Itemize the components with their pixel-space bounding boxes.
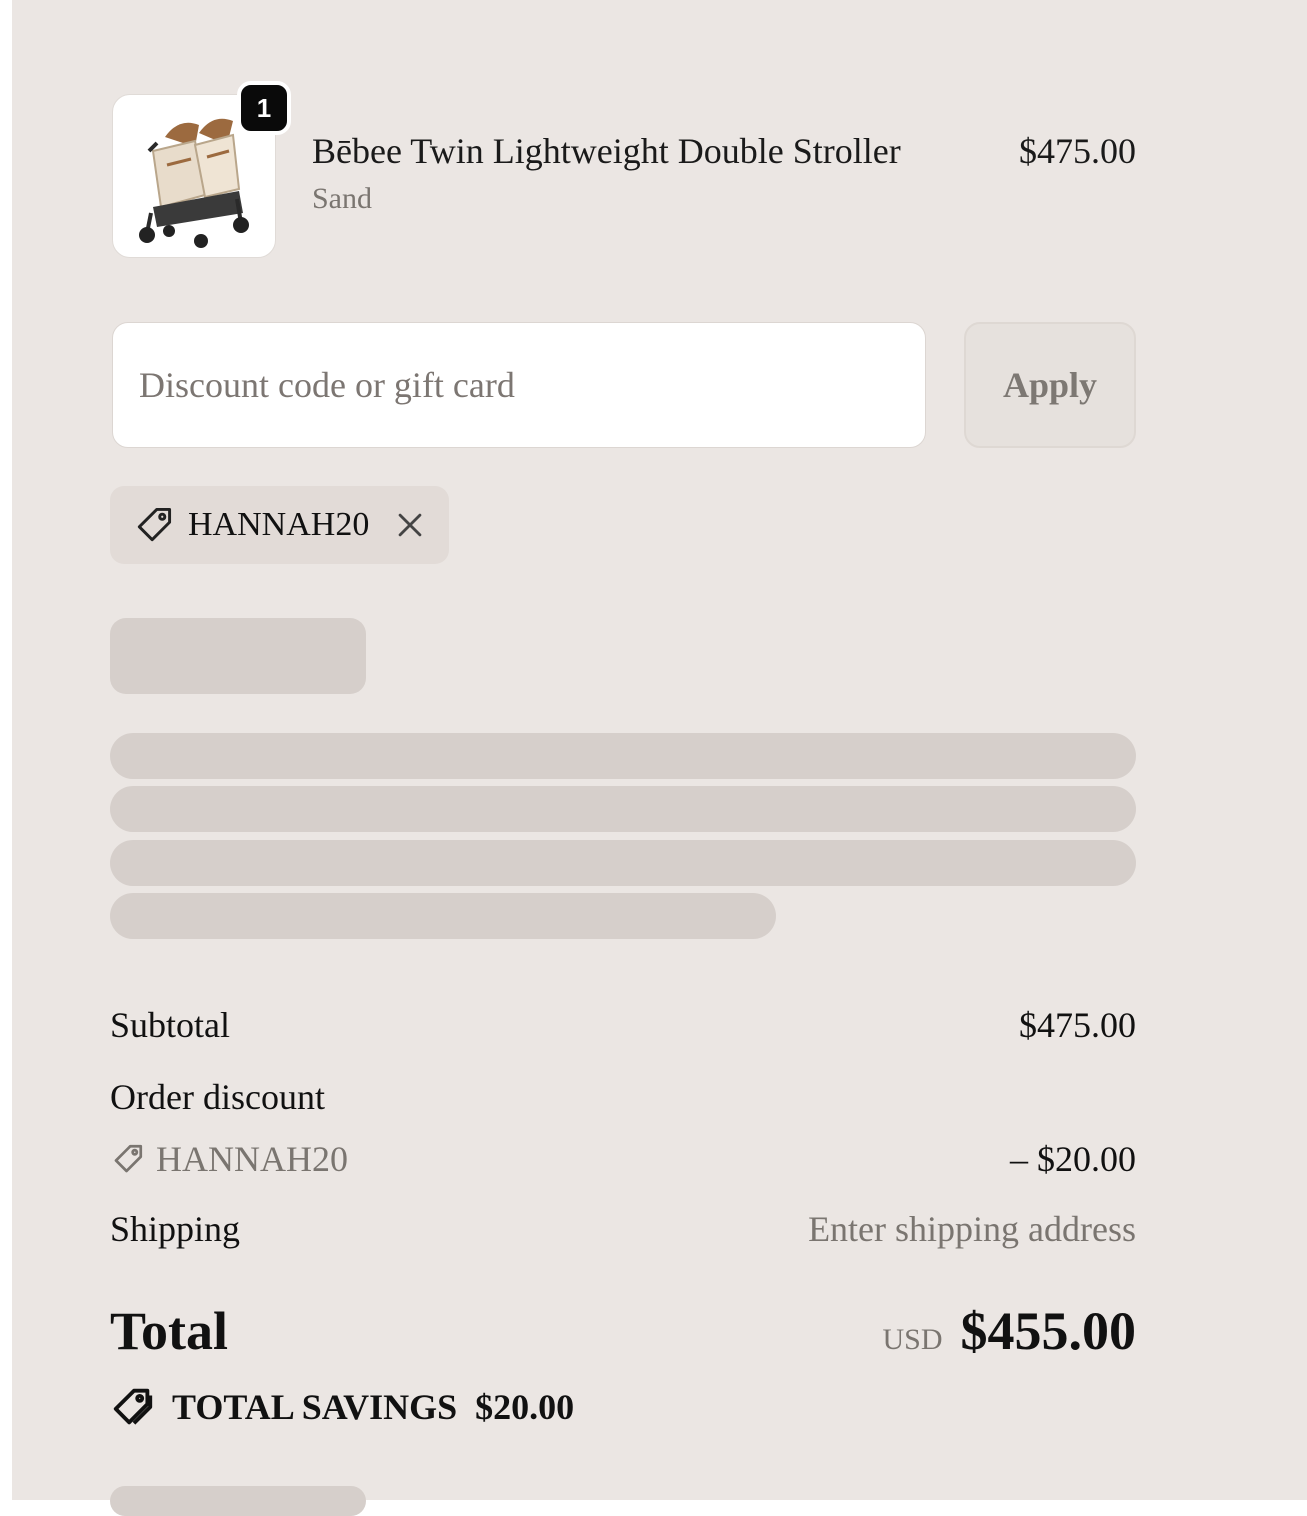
skeleton-line xyxy=(110,840,1136,886)
total-savings-value: $20.00 xyxy=(475,1387,575,1427)
savings-tag-icon xyxy=(113,1388,153,1425)
order-discount-code: HANNAH20 xyxy=(156,1139,348,1179)
skeleton-line xyxy=(110,733,1136,779)
applied-discount-code: HANNAH20 xyxy=(188,506,370,543)
total-amount: USD $455.00 xyxy=(882,1300,1136,1362)
shipping-label: Shipping xyxy=(110,1209,241,1249)
skeleton-line xyxy=(110,893,776,939)
order-discount-value: – $20.00 xyxy=(1010,1139,1136,1179)
product-price: $475.00 xyxy=(1019,131,1136,171)
tag-icon xyxy=(114,1144,143,1173)
skeleton-line xyxy=(110,786,1136,832)
close-icon[interactable] xyxy=(393,508,427,542)
subtotal-value: $475.00 xyxy=(1019,1005,1136,1045)
discount-code-input[interactable] xyxy=(112,322,926,448)
skeleton-heading xyxy=(110,618,366,694)
tag-icon xyxy=(137,507,172,542)
total-value: $455.00 xyxy=(960,1301,1137,1361)
quantity-badge: 1 xyxy=(237,81,291,135)
total-savings-label: TOTAL SAVINGS xyxy=(172,1387,458,1427)
subtotal-label: Subtotal xyxy=(110,1005,231,1045)
order-discount-label: Order discount xyxy=(110,1077,325,1117)
order-discount-code-line: HANNAH20 xyxy=(110,1138,348,1180)
shipping-value: Enter shipping address xyxy=(808,1209,1136,1249)
product-variant: Sand xyxy=(312,182,372,215)
currency-code: USD xyxy=(882,1323,943,1356)
total-savings: TOTAL SAVINGS $20.00 xyxy=(110,1384,574,1430)
applied-discount-chip: HANNAH20 xyxy=(110,486,450,564)
total-label: Total xyxy=(110,1301,229,1361)
apply-discount-button[interactable]: Apply xyxy=(964,322,1136,448)
skeleton-heading xyxy=(110,1486,366,1516)
product-name: Bēbee Twin Lightweight Double Stroller xyxy=(312,131,901,171)
order-summary-panel: 1 Bēbee Twin Lightweight Double Stroller… xyxy=(12,0,1307,1516)
product-thumbnail: 1 xyxy=(112,81,291,258)
